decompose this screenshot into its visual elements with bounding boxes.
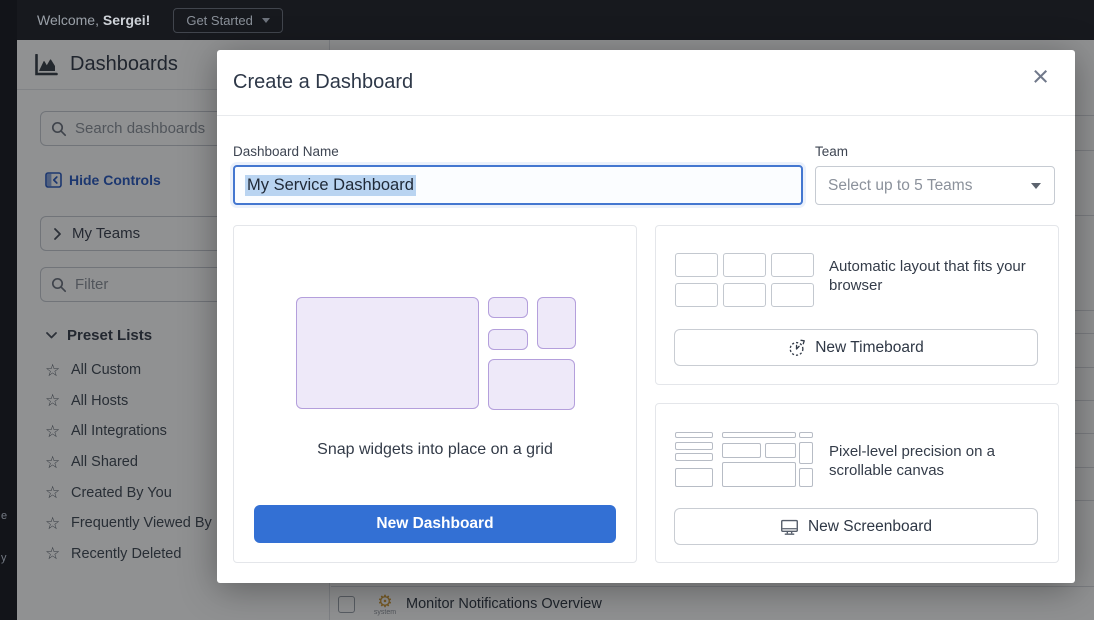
nav-label-fragment: y	[1, 552, 7, 564]
new-dashboard-button[interactable]: New Dashboard	[254, 505, 616, 543]
monitor-icon	[780, 518, 799, 536]
welcome-text: Welcome, Sergei!	[37, 12, 150, 28]
grid-dashboard-card: Snap widgets into place on a grid New Da…	[233, 225, 637, 563]
new-timeboard-label: New Timeboard	[815, 339, 924, 357]
chevron-down-icon	[1031, 183, 1041, 189]
team-select[interactable]: Select up to 5 Teams	[815, 166, 1055, 205]
screenboard-description: Pixel-level precision on a scrollable ca…	[829, 442, 1045, 480]
get-started-button[interactable]: Get Started	[173, 8, 282, 33]
team-select-placeholder: Select up to 5 Teams	[828, 177, 1031, 195]
close-icon[interactable]: ×	[1032, 63, 1049, 92]
timeboard-description: Automatic layout that fits your browser	[829, 257, 1045, 295]
dashboard-name-input[interactable]: My Service Dashboard	[233, 165, 803, 205]
nav-label-fragment: e	[1, 510, 7, 522]
dashboard-name-value: My Service Dashboard	[245, 175, 416, 196]
timeboard-layout-illustration	[675, 253, 814, 307]
dashboard-name-label: Dashboard Name	[233, 144, 339, 159]
grid-layout-illustration	[296, 297, 576, 410]
top-welcome-bar: Welcome, Sergei! Get Started	[17, 0, 1094, 40]
screenboard-layout-illustration	[675, 430, 815, 490]
modal-header-divider	[217, 115, 1075, 116]
app-nav-strip[interactable]: e y	[0, 0, 17, 620]
new-screenboard-label: New Screenboard	[808, 518, 932, 536]
get-started-label: Get Started	[186, 13, 252, 28]
chevron-down-icon	[262, 18, 270, 23]
create-dashboard-modal: Create a Dashboard × Dashboard Name My S…	[217, 50, 1075, 583]
modal-title: Create a Dashboard	[233, 71, 413, 94]
team-label: Team	[815, 144, 848, 159]
user-name: Sergei!	[103, 12, 150, 28]
screenboard-card: Pixel-level precision on a scrollable ca…	[655, 403, 1059, 563]
new-timeboard-button[interactable]: New Timeboard	[674, 329, 1038, 366]
new-screenboard-button[interactable]: New Screenboard	[674, 508, 1038, 545]
grid-card-caption: Snap widgets into place on a grid	[234, 441, 636, 459]
stopwatch-icon	[788, 339, 806, 357]
timeboard-card: Automatic layout that fits your browser …	[655, 225, 1059, 385]
